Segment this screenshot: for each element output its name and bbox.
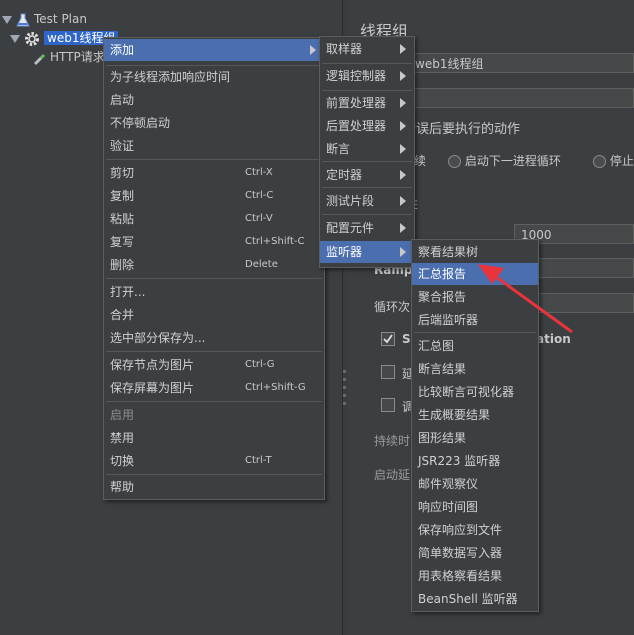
radio-start-next-loop[interactable]: 启动下一进程循环 (448, 152, 561, 169)
submenu-item-sampler[interactable]: 取样器 (320, 38, 414, 60)
tree-item-http-request[interactable]: HTTP请求 (32, 48, 105, 66)
name-field[interactable]: web1线程组 (408, 53, 634, 73)
menu-item-help[interactable]: 帮助 (104, 476, 324, 498)
submenu-item-post-processor[interactable]: 后置处理器 (320, 115, 414, 137)
tree-item-test-plan[interactable]: Test Plan (2, 10, 87, 28)
tree-label: HTTP请求 (50, 50, 105, 64)
listener-graph-results[interactable]: 图形结果 (412, 427, 538, 449)
menu-separator (322, 63, 412, 64)
submenu-arrow-icon (400, 44, 406, 54)
menu-item-merge[interactable]: 合并 (104, 304, 324, 326)
menu-separator (322, 161, 412, 162)
delay-thread-checkbox[interactable] (381, 365, 395, 379)
listener-view-results-table[interactable]: 用表格察看结果 (412, 565, 538, 587)
menu-item-start-no-pause[interactable]: 不停顿启动 (104, 112, 324, 134)
submenu-item-config-element[interactable]: 配置元件 (320, 217, 414, 239)
submenu-arrow-icon (310, 45, 316, 55)
listener-jsr223[interactable]: JSR223 监听器 (412, 450, 538, 472)
radio-button[interactable] (448, 155, 461, 168)
tree-label: Test Plan (34, 12, 87, 26)
menu-item-disable[interactable]: 禁用 (104, 427, 324, 449)
submenu-item-listener[interactable]: 监听器 (320, 241, 414, 263)
menu-item-start[interactable]: 启动 (104, 89, 324, 111)
listener-compare-assertion-visualizer[interactable]: 比较断言可视化器 (412, 381, 538, 403)
listener-save-responses[interactable]: 保存响应到文件 (412, 519, 538, 541)
splitter-grip-dot (343, 402, 346, 405)
submenu-arrow-icon (400, 247, 406, 257)
listener-beanshell[interactable]: BeanShell 监听器 (412, 588, 538, 610)
submenu-arrow-icon (400, 223, 406, 233)
radio-stop[interactable]: 停止 (593, 152, 634, 169)
submenu-item-logic-controller[interactable]: 逻辑控制器 (320, 65, 414, 87)
jmeter-window: Test Plan web1线程组 HTTP请求 线程组 web1线程组 错误后… (0, 0, 634, 635)
scheduler-checkbox[interactable] (381, 398, 395, 412)
menu-item-save-screen-image[interactable]: 保存屏幕为图片 Ctrl+Shift-G (104, 377, 324, 399)
menu-item-toggle[interactable]: 切换 Ctrl-T (104, 450, 324, 472)
splitter-grip-dot (343, 370, 346, 373)
flask-icon (16, 13, 30, 26)
listener-assertion-results[interactable]: 断言结果 (412, 358, 538, 380)
submenu-item-assertion[interactable]: 断言 (320, 138, 414, 160)
submenu-arrow-icon (400, 196, 406, 206)
menu-item-copy[interactable]: 复制 Ctrl-C (104, 185, 324, 207)
menu-item-open[interactable]: 打开... (104, 281, 324, 303)
pipette-icon (34, 53, 45, 65)
menu-item-add[interactable]: 添加 (104, 39, 324, 61)
submenu-arrow-icon (400, 71, 406, 81)
menu-item-save-selection[interactable]: 选中部分保存为... (104, 327, 324, 349)
splitter-grip-dot (343, 394, 346, 397)
menu-separator (106, 351, 322, 352)
menu-item-enable: 启用 (110, 408, 135, 422)
submenu-arrow-icon (400, 121, 406, 131)
menu-separator (322, 90, 412, 91)
same-user-checkbox[interactable] (381, 332, 395, 346)
check-icon (383, 334, 393, 344)
splitter-grip-dot (343, 378, 346, 381)
menu-separator (322, 214, 412, 215)
radio-continue-label: 续 (414, 154, 427, 168)
expand-triangle-icon[interactable] (2, 15, 12, 24)
submenu-arrow-icon (400, 98, 406, 108)
submenu-item-timer[interactable]: 定时器 (320, 164, 414, 186)
listener-mailer-visualizer[interactable]: 邮件观察仪 (412, 473, 538, 495)
duration-label: 持续时 (374, 434, 411, 448)
startup-delay-label: 启动延 (374, 468, 411, 482)
menu-item-add-think-time[interactable]: 为子线程添加响应时间 (104, 66, 324, 88)
expand-triangle-icon[interactable] (10, 34, 20, 43)
add-submenu: 取样器 逻辑控制器 前置处理器 后置处理器 断言 定时器 测试片段 配置元件 监… (319, 36, 415, 268)
submenu-item-test-fragment[interactable]: 测试片段 (320, 190, 414, 212)
listener-generate-summary-results[interactable]: 生成概要结果 (412, 404, 538, 426)
menu-separator (106, 159, 322, 160)
gear-icon (25, 31, 39, 46)
menu-item-remove[interactable]: 删除 Delete (104, 254, 324, 276)
context-menu: 添加 为子线程添加响应时间 启动 不停顿启动 验证 剪切 Ctrl-X 复制 Ctr… (103, 37, 325, 500)
listener-response-time-graph[interactable]: 响应时间图 (412, 496, 538, 518)
menu-item-validate[interactable]: 验证 (104, 135, 324, 157)
submenu-arrow-icon (400, 170, 406, 180)
submenu-arrow-icon (400, 144, 406, 154)
menu-item-cut[interactable]: 剪切 Ctrl-X (104, 162, 324, 184)
menu-separator (106, 401, 322, 402)
radio-button[interactable] (593, 155, 606, 168)
menu-item-paste[interactable]: 粘贴 Ctrl-V (104, 208, 324, 230)
comments-field[interactable] (408, 88, 634, 108)
menu-item-save-node-image[interactable]: 保存节点为图片 Ctrl-G (104, 354, 324, 376)
loop-count-label: 循环次 (374, 300, 411, 314)
submenu-item-pre-processor[interactable]: 前置处理器 (320, 92, 414, 114)
listener-simple-data-writer[interactable]: 简单数据写入器 (412, 542, 538, 564)
menu-item-duplicate[interactable]: 复写 Ctrl+Shift-C (104, 231, 324, 253)
on-error-section-label: 错误后要执行的动作 (403, 122, 521, 137)
menu-separator (322, 187, 412, 188)
menu-separator (106, 278, 322, 279)
annotation-arrow-icon (478, 264, 573, 334)
menu-separator (106, 474, 322, 475)
splitter-grip-dot (343, 386, 346, 389)
